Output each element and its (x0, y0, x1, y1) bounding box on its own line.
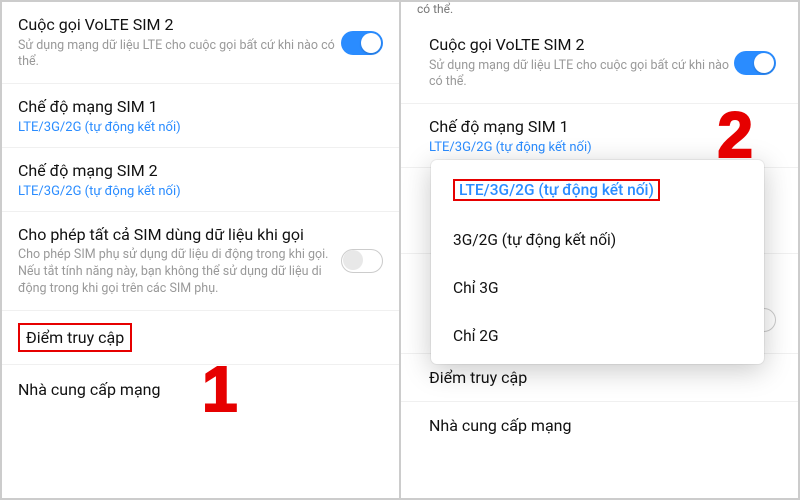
allow-all-sim-toggle[interactable] (341, 249, 383, 273)
popup-option-3-label: Chỉ 2G (453, 327, 499, 345)
popup-option-2g-only[interactable]: Chỉ 2G (431, 312, 764, 360)
popup-option-0-label: LTE/3G/2G (tự động kết nối) (459, 181, 654, 199)
popup-option-3g-2g[interactable]: 3G/2G (tự động kết nối) (431, 216, 764, 264)
row-network-provider-r[interactable]: Nhà cung cấp mạng (401, 402, 798, 450)
pane-step-2: có thể. Cuộc gọi VoLTE SIM 2 Sử dụng mạn… (401, 2, 798, 498)
volte-toggle-r[interactable] (734, 51, 776, 75)
apn-title-r: Điểm truy cập (429, 367, 776, 389)
row-network-mode-sim2[interactable]: Chế độ mạng SIM 2 LTE/3G/2G (tự động kết… (2, 148, 399, 212)
pane-step-1: Cuộc gọi VoLTE SIM 2 Sử dụng mạng dữ liệ… (2, 2, 401, 498)
allow-all-sim-subtitle: Cho phép SIM phụ sử dụng dữ liệu di động… (18, 247, 341, 298)
volte-toggle[interactable] (341, 31, 383, 55)
row-volte-sim2-r[interactable]: Cuộc gọi VoLTE SIM 2 Sử dụng mạng dữ liệ… (401, 22, 798, 104)
row-volte-sim2[interactable]: Cuộc gọi VoLTE SIM 2 Sử dụng mạng dữ liệ… (2, 2, 399, 84)
volte-subtitle-r: Sử dụng mạng dữ liệu LTE cho cuộc gọi bấ… (429, 58, 734, 92)
mode-sim1-title: Chế độ mạng SIM 1 (18, 96, 383, 118)
cutoff-text: có thể. (401, 2, 798, 22)
apn-highlight-box: Điểm truy cập (18, 323, 132, 353)
volte-subtitle: Sử dụng mạng dữ liệu LTE cho cuộc gọi bấ… (18, 38, 341, 72)
step-badge-1: 1 (202, 352, 238, 426)
mode-sim2-value: LTE/3G/2G (tự động kết nối) (18, 184, 383, 199)
popup-option-1-label: 3G/2G (tự động kết nối) (453, 231, 616, 249)
popup-option-2-label: Chỉ 3G (453, 279, 499, 297)
row-network-mode-sim1[interactable]: Chế độ mạng SIM 1 LTE/3G/2G (tự động kết… (2, 84, 399, 148)
volte-title: Cuộc gọi VoLTE SIM 2 (18, 14, 341, 36)
mode-sim1-value: LTE/3G/2G (tự động kết nối) (18, 120, 383, 135)
volte-title-r: Cuộc gọi VoLTE SIM 2 (429, 34, 734, 56)
row-allow-all-sim-data[interactable]: Cho phép tất cả SIM dùng dữ liệu khi gọi… (2, 212, 399, 311)
allow-all-sim-title: Cho phép tất cả SIM dùng dữ liệu khi gọi (18, 224, 341, 246)
network-mode-popup: LTE/3G/2G (tự động kết nối) 3G/2G (tự độ… (431, 160, 764, 364)
step-badge-2: 2 (717, 98, 753, 172)
provider-title-r: Nhà cung cấp mạng (429, 415, 776, 437)
apn-title: Điểm truy cập (26, 328, 124, 347)
popup-option-lte-3g-2g[interactable]: LTE/3G/2G (tự động kết nối) (431, 164, 764, 216)
row-network-provider[interactable]: Nhà cung cấp mạng (2, 365, 399, 413)
provider-title: Nhà cung cấp mạng (18, 379, 383, 401)
mode-sim2-title: Chế độ mạng SIM 2 (18, 160, 383, 182)
popup-option-3g-only[interactable]: Chỉ 3G (431, 264, 764, 312)
popup-highlight-box: LTE/3G/2G (tự động kết nối) (453, 179, 660, 201)
row-access-point[interactable]: Điểm truy cập (2, 311, 399, 366)
